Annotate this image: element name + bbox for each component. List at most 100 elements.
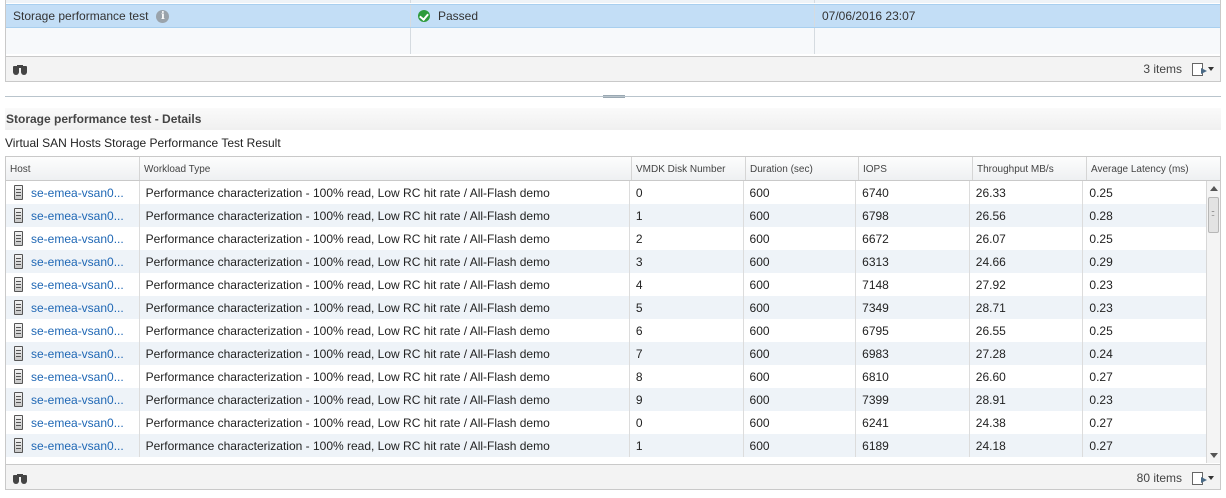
throughput-cell: 24.18 [970,434,1084,457]
disk-number-cell: 2 [630,227,744,250]
server-icon [14,254,23,269]
table-row[interactable]: se-emea-vsan0... Performance characteriza… [6,434,1207,457]
table-row[interactable]: se-emea-vsan0... Performance characteriza… [6,227,1207,250]
workload-cell: Performance characterization - 100% read… [140,181,630,204]
table-row[interactable]: se-emea-vsan0... Performance characteriza… [6,181,1207,204]
host-cell: se-emea-vsan0... [6,181,140,204]
host-link[interactable]: se-emea-vsan0... [31,278,124,292]
column-header-throughput[interactable]: Throughput MB/s [973,157,1087,180]
binoculars-icon[interactable] [12,472,28,484]
server-icon [14,231,23,246]
latency-cell: 0.27 [1089,438,1113,453]
disk-number-cell: 4 [630,273,744,296]
table-row[interactable]: se-emea-vsan0... Performance characteriza… [6,273,1207,296]
throughput-cell: 24.38 [970,411,1084,434]
empty-row [6,28,1220,54]
scroll-down-icon[interactable] [1210,453,1218,458]
scroll-thumb[interactable] [1208,197,1219,233]
column-header-latency[interactable]: Average Latency (ms) [1087,157,1211,180]
throughput-cell: 28.91 [970,388,1084,411]
binoculars-icon[interactable] [12,63,28,75]
iops-cell: 6810 [856,365,970,388]
test-name: Storage performance test [13,9,149,23]
latency-cell: 0.27 [1089,415,1113,430]
host-cell: se-emea-vsan0... [6,411,140,434]
host-link[interactable]: se-emea-vsan0... [31,209,124,223]
disk-number-cell: 0 [630,411,744,434]
disk-number-cell: 5 [630,296,744,319]
latency-cell: 0.25 [1089,185,1113,200]
server-icon [14,392,23,407]
table-row[interactable]: se-emea-vsan0... Performance characteriza… [6,296,1207,319]
info-icon[interactable]: i [156,9,170,23]
host-cell: se-emea-vsan0... [6,365,140,388]
duration-cell: 600 [744,227,857,250]
iops-cell: 6740 [856,181,970,204]
workload-cell: Performance characterization - 100% read… [140,365,630,388]
workload-cell: Performance characterization - 100% read… [140,319,630,342]
table-row[interactable]: se-emea-vsan0... Performance characteriza… [6,319,1207,342]
duration-cell: 600 [744,181,857,204]
items-count: 80 items [1136,471,1182,485]
duration-cell: 600 [744,250,857,273]
table-row[interactable]: se-emea-vsan0... Performance characteriza… [6,204,1207,227]
test-results-table: Storage performance test i Passed 07/06/… [5,0,1221,82]
throughput-cell: 26.56 [970,204,1084,227]
column-header-host[interactable]: Host [6,157,140,180]
grid-header: Host Workload Type VMDK Disk Number Dura… [6,157,1220,181]
throughput-cell: 24.66 [970,250,1084,273]
host-link[interactable]: se-emea-vsan0... [31,439,124,453]
pane-splitter[interactable] [5,95,1221,100]
iops-cell: 6672 [856,227,970,250]
host-cell: se-emea-vsan0... [6,319,140,342]
column-header-disk[interactable]: VMDK Disk Number [632,157,746,180]
host-link[interactable]: se-emea-vsan0... [31,186,124,200]
host-cell: se-emea-vsan0... [6,296,140,319]
iops-cell: 6983 [856,342,970,365]
column-header-iops[interactable]: IOPS [859,157,973,180]
export-button[interactable] [1192,471,1214,485]
column-header-workload[interactable]: Workload Type [140,157,632,180]
column-header-duration[interactable]: Duration (sec) [746,157,859,180]
disk-number-cell: 1 [630,204,744,227]
host-link[interactable]: se-emea-vsan0... [31,393,124,407]
duration-cell: 600 [744,411,857,434]
duration-cell: 600 [744,204,857,227]
server-icon [14,300,23,315]
export-button[interactable] [1192,62,1214,76]
host-link[interactable]: se-emea-vsan0... [31,324,124,338]
table-row[interactable]: se-emea-vsan0... Performance characteriza… [6,342,1207,365]
selected-test-row[interactable]: Storage performance test i Passed 07/06/… [6,4,1220,28]
duration-cell: 600 [744,434,857,457]
duration-cell: 600 [744,296,857,319]
test-status-cell: Passed [411,5,815,27]
host-link[interactable]: se-emea-vsan0... [31,416,124,430]
throughput-cell: 26.55 [970,319,1084,342]
host-link[interactable]: se-emea-vsan0... [31,301,124,315]
server-icon [14,185,23,200]
host-link[interactable]: se-emea-vsan0... [31,370,124,384]
table-row[interactable]: se-emea-vsan0... Performance characteriza… [6,365,1207,388]
host-cell: se-emea-vsan0... [6,273,140,296]
disk-number-cell: 7 [630,342,744,365]
grid-body: se-emea-vsan0... Performance characteriza… [6,181,1207,463]
iops-cell: 6313 [856,250,970,273]
server-icon [14,208,23,223]
table-row[interactable]: se-emea-vsan0... Performance characteriza… [6,411,1207,434]
table-row[interactable]: se-emea-vsan0... Performance characteriza… [6,388,1207,411]
host-link[interactable]: se-emea-vsan0... [31,347,124,361]
host-link[interactable]: se-emea-vsan0... [31,232,124,246]
host-link[interactable]: se-emea-vsan0... [31,255,124,269]
workload-cell: Performance characterization - 100% read… [140,388,630,411]
host-cell: se-emea-vsan0... [6,250,140,273]
top-table-footer: 3 items [6,56,1220,81]
server-icon [14,369,23,384]
workload-cell: Performance characterization - 100% read… [140,296,630,319]
table-row[interactable]: se-emea-vsan0... Performance characteriza… [6,250,1207,273]
vertical-scrollbar[interactable] [1206,181,1220,463]
items-count: 3 items [1143,62,1182,76]
server-icon [14,346,23,361]
latency-cell: 0.24 [1089,346,1113,361]
splitter-grip-icon[interactable] [603,95,625,98]
scroll-up-icon[interactable] [1210,186,1218,191]
